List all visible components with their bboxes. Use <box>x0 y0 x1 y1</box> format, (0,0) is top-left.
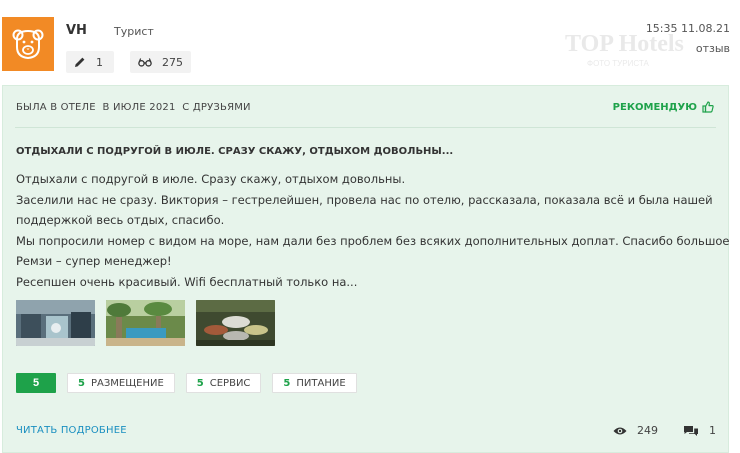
review-line: Ремзи – супер менеджер! <box>16 254 172 268</box>
review-line: Ресепшен очень красивый. Wifi бесплатный… <box>16 274 358 289</box>
photo-thumbnail-lobby[interactable] <box>16 300 95 346</box>
views-counter-value: 249 <box>637 424 658 437</box>
glasses-icon <box>138 58 152 67</box>
review-line: поддержкой весь отдых, спасибо. <box>16 213 225 227</box>
rating-accommodation: 5 РАЗМЕЩЕНИЕ <box>67 373 175 393</box>
ratings-row: 5 5 РАЗМЕЩЕНИЕ 5 СЕРВИС 5 ПИТАНИЕ <box>16 373 357 393</box>
post-type-label: отзыв <box>695 42 730 55</box>
comments-icon <box>684 425 698 436</box>
rating-food: 5 ПИТАНИЕ <box>272 373 357 393</box>
posts-count: 1 <box>96 55 103 69</box>
username[interactable]: VH <box>66 23 87 38</box>
rating-score: 5 <box>78 377 85 389</box>
rating-label: ПИТАНИЕ <box>296 377 346 389</box>
review-line: Заселили нас не сразу. Виктория – гестре… <box>16 192 713 207</box>
review-card: БЫЛА В ОТЕЛЕ В ИЮЛЕ 2021 С ДРУЗЬЯМИ РЕКО… <box>2 85 729 453</box>
stay-meta: БЫЛА В ОТЕЛЕ В ИЮЛЕ 2021 С ДРУЗЬЯМИ <box>16 102 251 113</box>
overall-score: 5 <box>16 373 56 393</box>
rating-service: 5 СЕРВИС <box>185 373 262 393</box>
user-avatar[interactable] <box>2 17 54 71</box>
comments-counter[interactable]: 1 <box>683 424 716 437</box>
photo-thumbnail-buffet[interactable] <box>196 300 275 346</box>
review-header: VH Турист 1 275 TOP Hotels ФОТО ТУРИСТА … <box>0 0 740 85</box>
photo-gallery <box>16 300 275 346</box>
watermark-logo: TOP Hotels <box>565 31 684 57</box>
review-line: Мы попросили номер с видом на море, нам … <box>16 233 730 248</box>
views-count-chip: 275 <box>130 51 191 73</box>
rating-score: 5 <box>196 377 204 389</box>
recommend-label: РЕКОМЕНДУЮ <box>612 101 697 113</box>
pencil-icon <box>75 57 85 67</box>
read-more-link[interactable]: ЧИТАТЬ ПОДРОБНЕЕ <box>16 425 127 436</box>
thumbs-up-icon <box>702 101 714 113</box>
divider <box>15 127 716 128</box>
photo-thumbnail-garden[interactable] <box>106 300 185 346</box>
post-datetime: 15:35 11.08.21 <box>645 22 730 35</box>
review-title[interactable]: ОТДЫХАЛИ С ПОДРУГОЙ В ИЮЛЕ. СРАЗУ СКАЖУ,… <box>16 146 453 157</box>
views-counter: 249 <box>613 424 658 437</box>
bear-face-icon <box>12 29 44 60</box>
comments-counter-value: 1 <box>709 424 716 437</box>
posts-count-chip: 1 <box>66 51 114 73</box>
watermark-tagline: ФОТО ТУРИСТА <box>587 59 649 68</box>
rating-label: РАЗМЕЩЕНИЕ <box>90 377 164 389</box>
eye-icon <box>613 427 627 434</box>
rating-score: 5 <box>283 377 291 389</box>
review-text: Отдыхали с подругой в июле. Сразу скажу,… <box>16 169 730 292</box>
review-counters: 249 1 <box>613 424 716 437</box>
rating-label: СЕРВИС <box>209 377 251 389</box>
user-role: Турист <box>114 25 154 38</box>
recommend-badge: РЕКОМЕНДУЮ <box>613 101 714 113</box>
views-count: 275 <box>162 55 183 69</box>
review-line: Отдыхали с подругой в июле. Сразу скажу,… <box>16 172 406 186</box>
